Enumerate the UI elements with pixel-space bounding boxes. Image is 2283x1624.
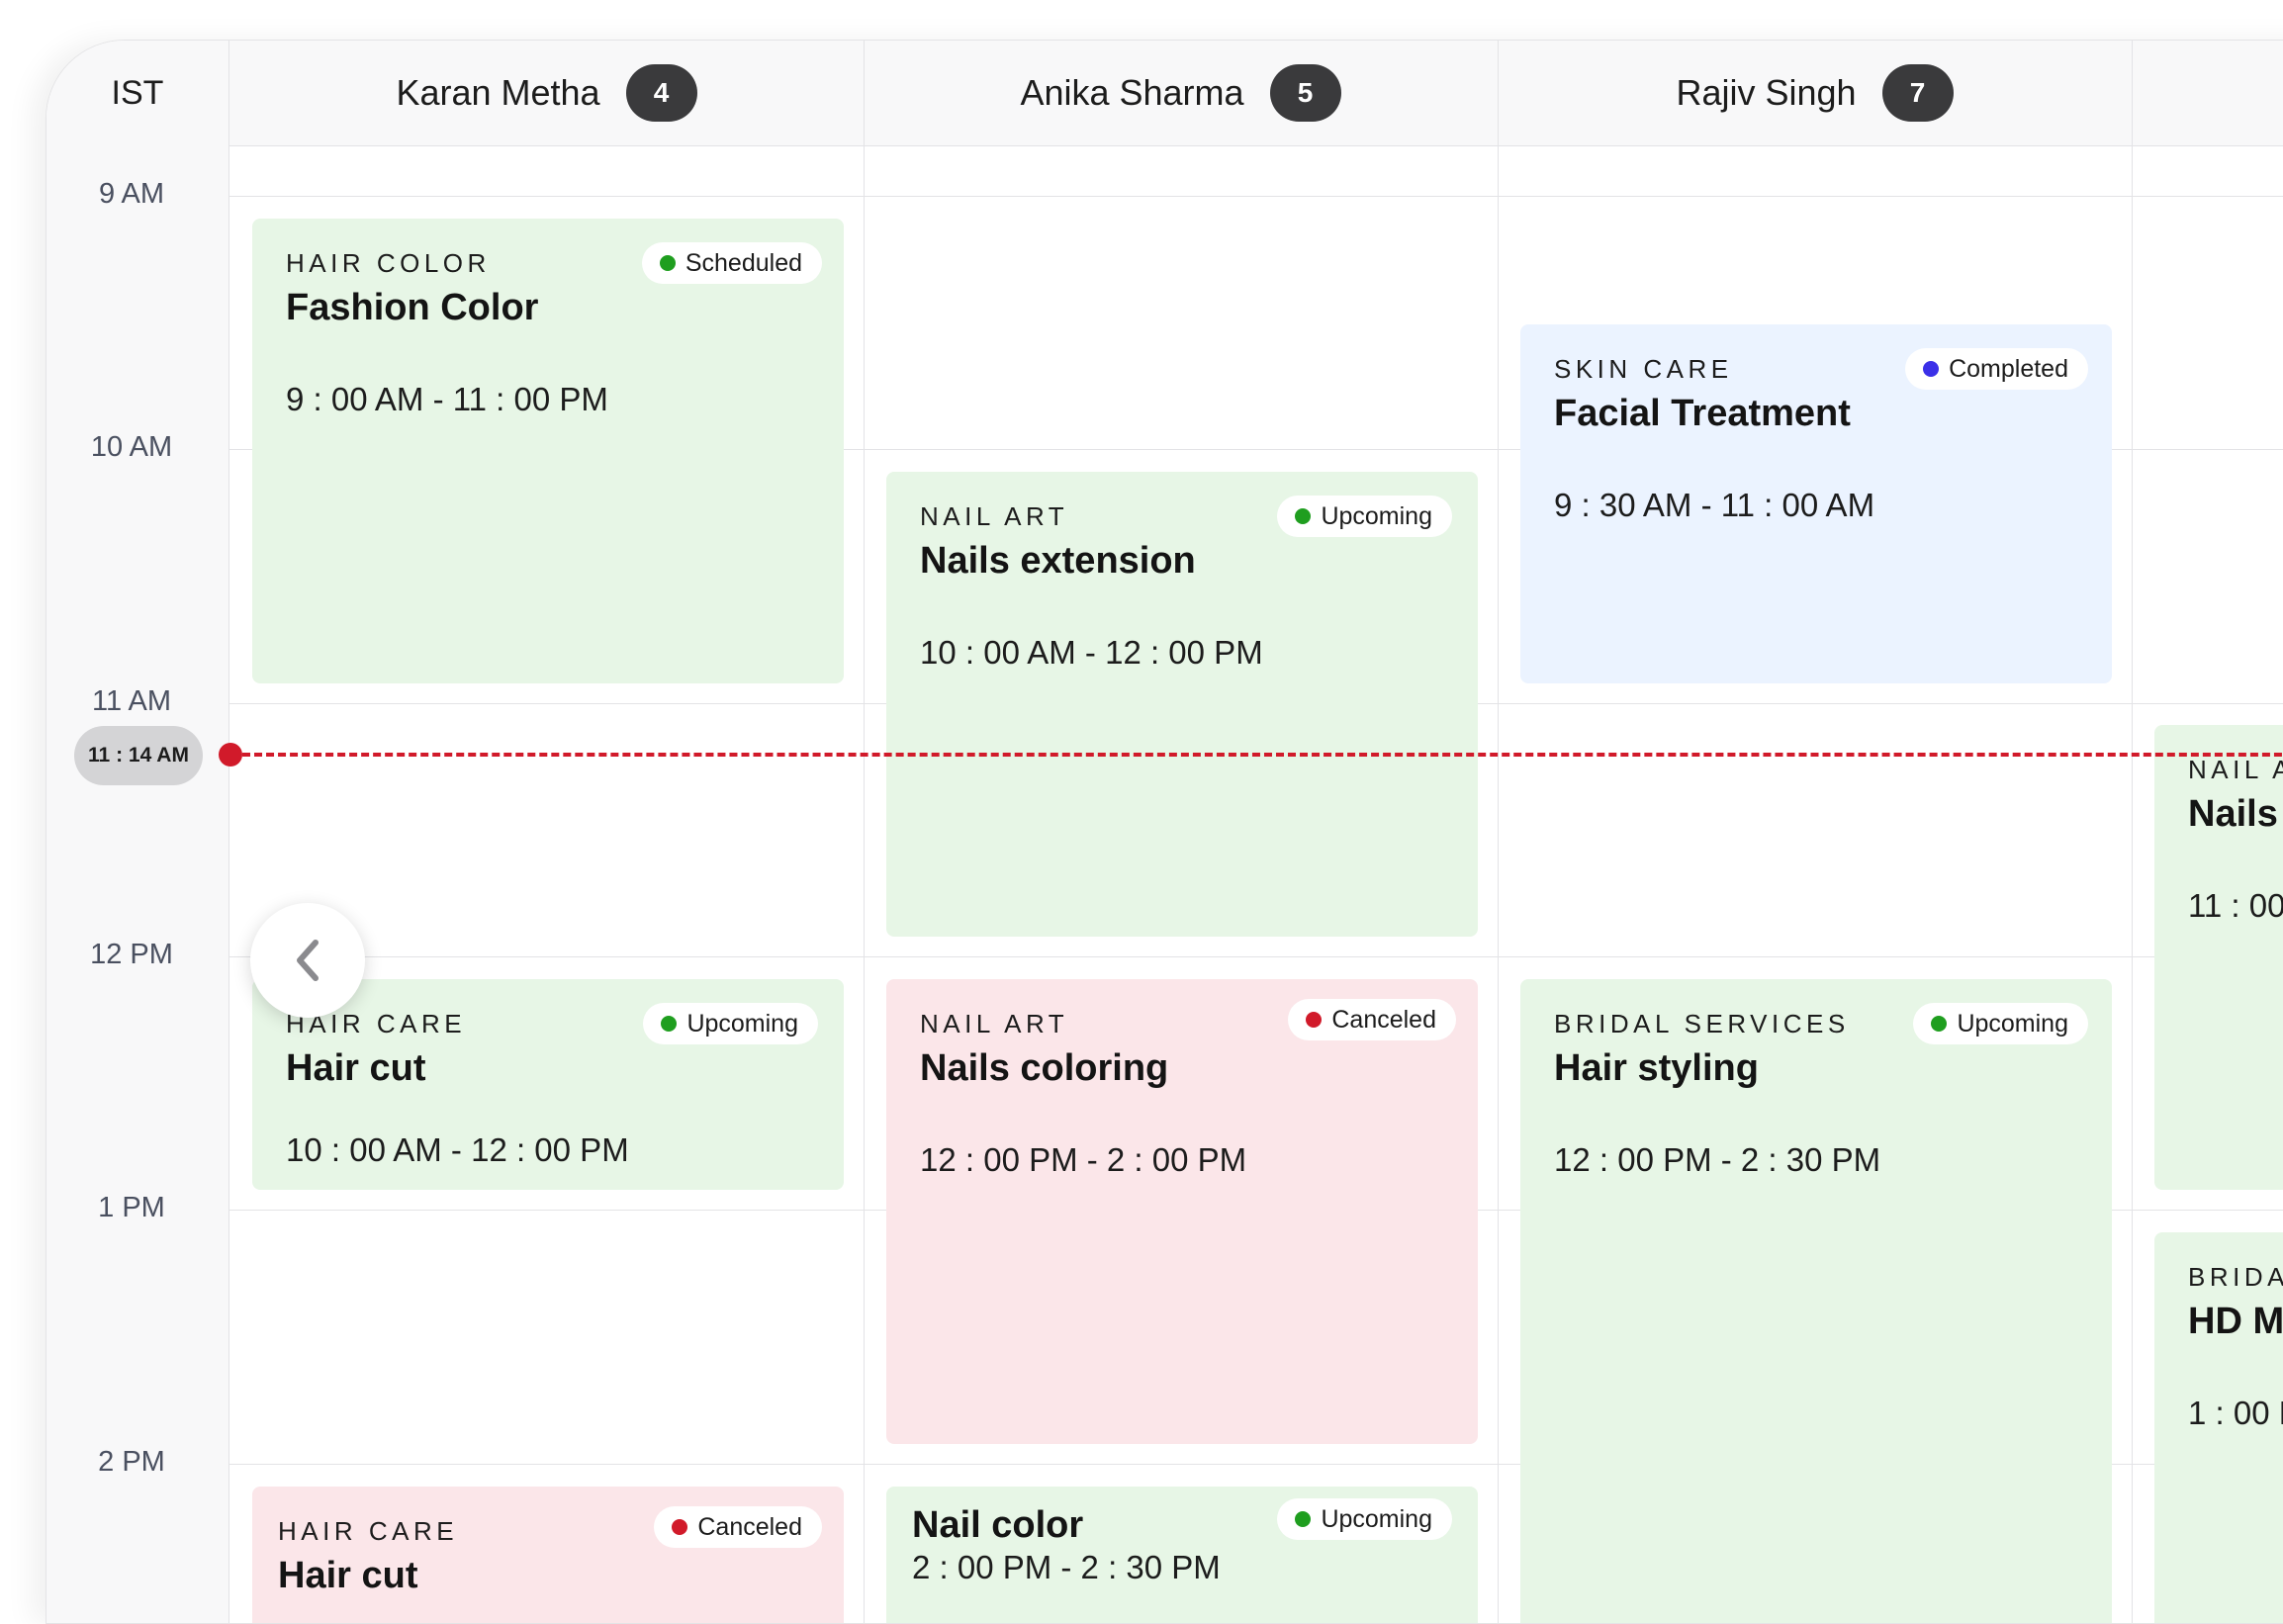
appointment-title: HD M — [2188, 1301, 2283, 1342]
status-badge: Upcoming — [643, 1003, 818, 1044]
current-time-dot — [219, 743, 242, 767]
status-dot-icon — [1295, 1511, 1312, 1527]
appointment-category: BRIDA — [2188, 1262, 2283, 1292]
time-column — [46, 41, 229, 1623]
staff-header-karan[interactable]: Karan Metha 4 — [229, 41, 865, 145]
status-label: Upcoming — [1957, 1009, 2068, 1038]
appointment-count-badge: 7 — [1881, 64, 1954, 122]
staff-name: Rajiv Singh — [1676, 72, 1857, 113]
chevron-left-icon — [297, 940, 319, 981]
appointment-title: Nails — [2188, 793, 2278, 835]
appointment-card[interactable]: BRIDAL SERVICES Hair styling 12 : 00 PM … — [1520, 979, 2112, 1623]
status-dot-icon — [1306, 1012, 1323, 1028]
hour-label: 12 PM — [90, 939, 173, 970]
appointment-time: 1 : 00 P — [2188, 1395, 2283, 1431]
hour-label: 11 AM — [91, 685, 172, 717]
appointment-title: Nails extension — [920, 540, 1196, 582]
status-badge: Scheduled — [641, 242, 822, 284]
appointment-title: Facial Treatment — [1554, 393, 1851, 434]
appointment-title: Hair styling — [1554, 1047, 1759, 1089]
appointment-time: 11 : 00 — [2188, 887, 2283, 924]
column-divider — [864, 145, 865, 1623]
status-label: Upcoming — [1321, 501, 1432, 530]
column-divider — [1498, 145, 1499, 1623]
appointment-title: Fashion Color — [286, 287, 539, 328]
appointment-time: 10 : 00 AM - 12 : 00 PM — [286, 1131, 629, 1168]
status-dot-icon — [672, 1519, 688, 1535]
status-dot-icon — [659, 255, 676, 271]
appointment-time: 10 : 00 AM - 12 : 00 PM — [920, 634, 1263, 671]
appointment-card[interactable]: HAIR COLOR Fashion Color 9 : 00 AM - 11 … — [252, 219, 844, 683]
status-dot-icon — [1923, 361, 1940, 377]
staff-name: Anika Sharma — [1020, 72, 1244, 113]
hour-gridline — [228, 196, 2283, 197]
status-label: Scheduled — [685, 248, 802, 277]
appointment-count-badge: 4 — [625, 64, 697, 122]
appointment-card[interactable]: NAIL A Nails 11 : 00 — [2154, 725, 2283, 1190]
hour-label: 9 AM — [98, 178, 165, 210]
previous-button[interactable] — [250, 903, 365, 1018]
appointment-card[interactable]: Nail color 2 : 00 PM - 2 : 30 PM Upcomin… — [886, 1487, 1478, 1623]
status-badge: Upcoming — [1277, 1498, 1452, 1540]
status-dot-icon — [1931, 1016, 1948, 1032]
appointment-time: 9 : 30 AM - 11 : 00 AM — [1554, 487, 1875, 523]
staff-header-rajiv[interactable]: Rajiv Singh 7 — [1498, 41, 2133, 145]
staff-header-anika[interactable]: Anika Sharma 5 — [864, 41, 1499, 145]
appointment-card[interactable]: BRIDA HD M 1 : 00 P — [2154, 1232, 2283, 1623]
status-badge: Canceled — [1288, 999, 1456, 1040]
appointment-title: Hair cut — [278, 1555, 418, 1596]
current-time-line — [230, 753, 2283, 757]
hour-label: 10 AM — [90, 431, 173, 463]
hour-label: 2 PM — [98, 1446, 165, 1478]
status-label: Completed — [1949, 354, 2068, 383]
status-badge: Completed — [1905, 348, 2088, 390]
appointment-card[interactable]: HAIR CARE Hair cut Canceled — [252, 1487, 844, 1623]
status-label: Canceled — [697, 1512, 802, 1541]
status-badge: Upcoming — [1913, 1003, 2088, 1044]
status-label: Upcoming — [1321, 1504, 1432, 1533]
appointment-card[interactable]: NAIL ART Nails extension 10 : 00 AM - 12… — [886, 472, 1478, 937]
appointment-card[interactable]: SKIN CARE Facial Treatment 9 : 30 AM - 1… — [1520, 324, 2112, 683]
status-dot-icon — [661, 1016, 678, 1032]
status-label: Canceled — [1331, 1005, 1436, 1034]
appointment-category: NAIL A — [2188, 755, 2283, 784]
appointment-title: Hair cut — [286, 1047, 426, 1089]
column-divider — [2132, 145, 2133, 1623]
appointment-card[interactable]: HAIR CARE Hair cut 10 : 00 AM - 12 : 00 … — [252, 979, 844, 1190]
staff-name: Karan Metha — [396, 72, 600, 113]
hour-gridline — [228, 956, 2283, 957]
status-badge: Upcoming — [1277, 496, 1452, 537]
appointment-time: 2 : 00 PM - 2 : 30 PM — [912, 1549, 1221, 1585]
appointment-time: 12 : 00 PM - 2 : 00 PM — [920, 1141, 1247, 1178]
appointment-time: 12 : 00 PM - 2 : 30 PM — [1554, 1141, 1881, 1178]
status-badge: Canceled — [654, 1506, 822, 1548]
calendar-panel: IST Karan Metha 4 Anika Sharma 5 Rajiv S… — [46, 40, 2283, 1624]
current-time-badge: 11 : 14 AM — [74, 726, 203, 785]
appointment-title: Nails coloring — [920, 1047, 1169, 1089]
hour-label: 1 PM — [98, 1192, 165, 1223]
appointment-time: 9 : 00 AM - 11 : 00 PM — [286, 381, 608, 417]
status-dot-icon — [1295, 508, 1312, 524]
appointment-count-badge: 5 — [1269, 64, 1341, 122]
status-label: Upcoming — [686, 1009, 798, 1038]
timezone-label: IST — [111, 73, 164, 112]
appointment-card[interactable]: NAIL ART Nails coloring 12 : 00 PM - 2 :… — [886, 979, 1478, 1444]
